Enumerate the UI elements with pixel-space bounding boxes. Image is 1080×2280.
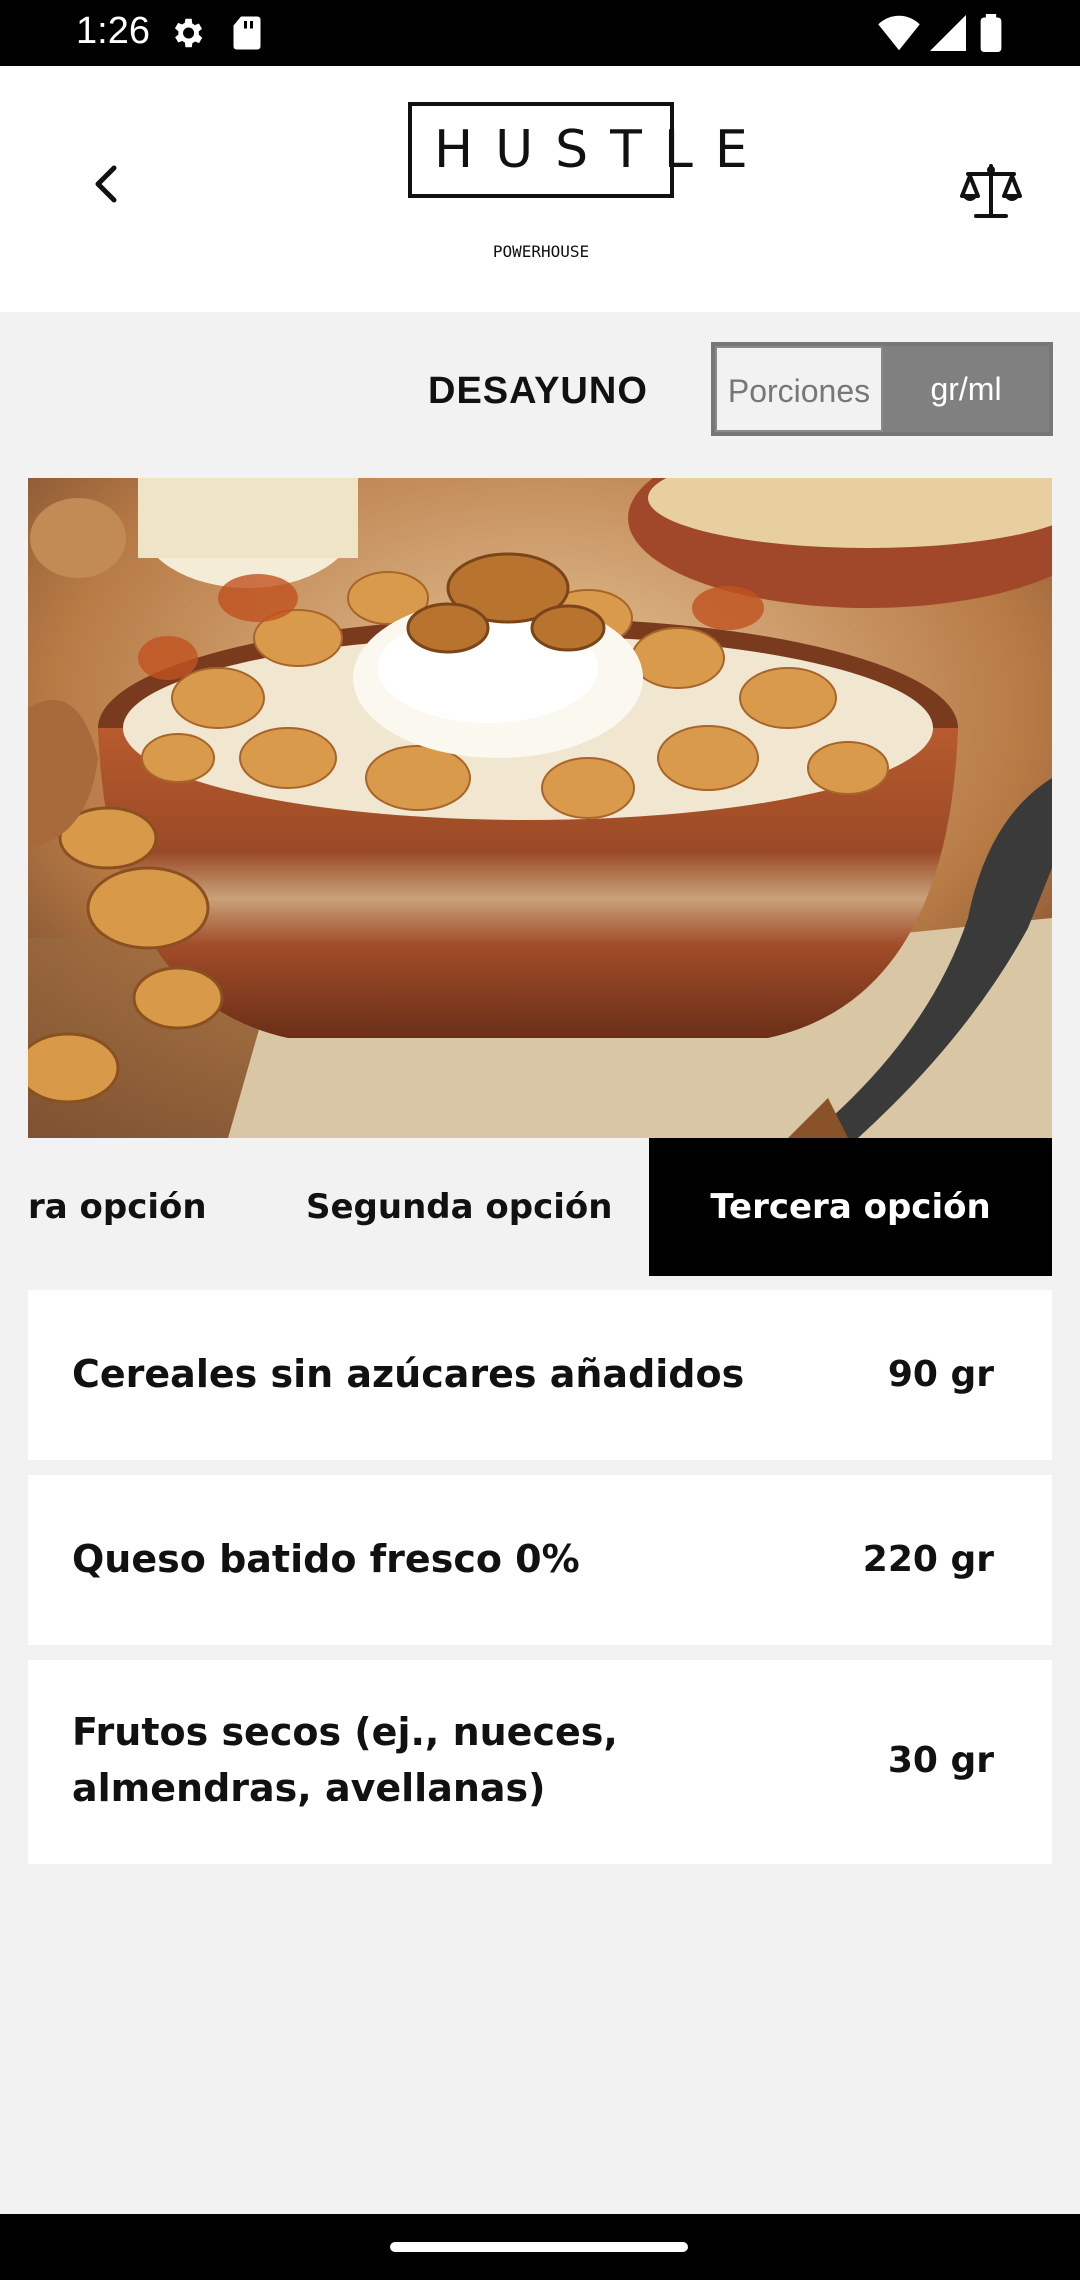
cereal-bowl-image — [28, 478, 1052, 1138]
ingredient-qty: 220 gr — [862, 1539, 994, 1580]
tab-segunda-opcion[interactable]: Segunda opción — [306, 1138, 612, 1276]
tab-primera-opcion[interactable]: ra opción — [28, 1138, 207, 1276]
ingredient-name: Frutos secos (ej., nueces, almendras, av… — [72, 1710, 618, 1810]
ingredient-card[interactable]: Frutos secos (ej., nueces, almendras, av… — [28, 1660, 1052, 1864]
sd-card-icon — [233, 16, 261, 50]
toggle-gr-ml[interactable]: gr/ml — [883, 346, 1049, 432]
app-header: HUSTLE POWERHOUSE — [0, 66, 1080, 312]
ingredient-card[interactable]: Cereales sin azúcares añadidos 90 gr — [28, 1290, 1052, 1460]
ingredient-card[interactable]: Queso batido fresco 0% 220 gr — [28, 1475, 1052, 1645]
brand-logo: HUSTLE POWERHOUSE — [408, 102, 770, 261]
system-nav-bar — [0, 2214, 1080, 2280]
tab-tercera-opcion[interactable]: Tercera opción — [649, 1138, 1052, 1276]
home-gesture-pill[interactable] — [390, 2242, 688, 2252]
balance-scale-icon[interactable] — [960, 162, 1022, 222]
status-time: 1:26 — [76, 10, 150, 52]
logo-frame: HUSTLE — [408, 102, 770, 198]
unit-toggle: Porciones gr/ml — [711, 342, 1053, 436]
signal-icon — [930, 15, 966, 51]
ingredient-name: Queso batido fresco 0% — [72, 1537, 580, 1581]
ingredient-qty: 30 gr — [887, 1740, 994, 1781]
ingredient-name: Cereales sin azúcares añadidos — [72, 1352, 745, 1396]
ingredient-qty: 90 gr — [887, 1354, 994, 1395]
back-arrow-icon[interactable] — [78, 154, 138, 214]
logo-subtitle: POWERHOUSE — [492, 242, 590, 261]
option-tabs: ra opción Segunda opción Tercera opción — [0, 1138, 1080, 1276]
wifi-icon — [878, 15, 920, 51]
meal-title: DESAYUNO — [428, 370, 648, 412]
toggle-porciones[interactable]: Porciones — [715, 346, 883, 432]
battery-icon — [980, 14, 1002, 52]
logo-word: HUSTLE — [434, 120, 770, 180]
settings-icon — [174, 18, 203, 48]
status-bar: 1:26 — [0, 0, 1080, 66]
